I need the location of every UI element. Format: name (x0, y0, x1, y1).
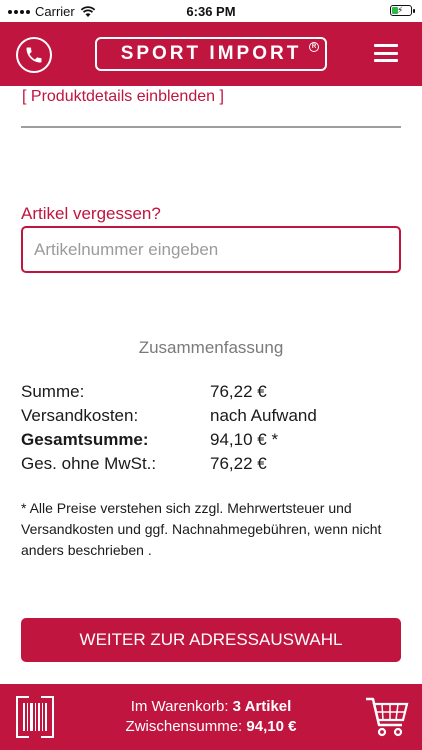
forgot-article-label: Artikel vergessen? (21, 204, 161, 223)
shopping-cart-icon (366, 697, 409, 737)
summary-label: Summe: (21, 382, 85, 401)
cart-summary[interactable]: Im Warenkorb: 3 Artikel Zwischensumme: 9… (0, 697, 422, 737)
summary-label: Gesamtsumme: (21, 430, 149, 449)
hamburger-menu-icon (374, 44, 398, 47)
phone-icon (26, 47, 42, 63)
summary-value: 76,22 € (210, 454, 267, 473)
battery-icon: ⚡ (390, 5, 415, 16)
summary-row-grand-total: Gesamtsumme: 94,10 € * (21, 428, 401, 452)
continue-to-address-button[interactable]: WEITER ZUR ADRESSAUSWAHL (21, 618, 401, 662)
brand-logo: SPORT IMPORT R (95, 37, 327, 71)
cart-label: Im Warenkorb: (130, 698, 229, 715)
subtotal-value: 94,10 € (246, 718, 297, 735)
menu-button[interactable] (374, 44, 398, 62)
price-note: * Alle Preise verstehen sich zzgl. Mehrw… (21, 500, 382, 558)
app-header: SPORT IMPORT R (0, 22, 422, 86)
summary-value: 76,22 € (210, 382, 267, 401)
summary-label: Versandkosten: (21, 406, 139, 425)
status-bar: Carrier 6:36 PM ⚡ (0, 0, 422, 22)
cart-count: 3 Artikel (232, 698, 292, 715)
article-number-input[interactable] (21, 226, 401, 273)
cart-footer: Im Warenkorb: 3 Artikel Zwischensumme: 9… (0, 684, 422, 750)
registered-mark: R (309, 42, 319, 52)
summary-row-total: Summe: 76,22 € (21, 380, 401, 404)
phone-button[interactable] (16, 37, 52, 73)
status-time: 6:36 PM (186, 4, 236, 19)
product-details-toggle[interactable]: [ Produktdetails einblenden ] (22, 88, 224, 106)
summary-row-shipping: Versandkosten: nach Aufwand (21, 404, 401, 428)
summary-row-net: Ges. ohne MwSt.: 76,22 € (21, 452, 401, 476)
summary-label: Ges. ohne MwSt.: (21, 454, 157, 473)
summary-title: Zusammenfassung (138, 338, 284, 357)
cart-count-line: Im Warenkorb: 3 Artikel (0, 697, 422, 717)
divider (21, 126, 401, 128)
summary-table: Summe: 76,22 € Versandkosten: nach Aufwa… (21, 380, 401, 476)
charging-bolt-icon: ⚡ (397, 5, 404, 15)
subtotal-line: Zwischensumme: 94,10 € (0, 717, 422, 737)
summary-value: nach Aufwand (210, 406, 317, 425)
shopping-cart-button[interactable] (364, 693, 410, 739)
summary-value: 94,10 € * (210, 430, 279, 449)
logo-text: SPORT IMPORT (120, 43, 302, 64)
subtotal-label: Zwischensumme: (125, 718, 243, 735)
